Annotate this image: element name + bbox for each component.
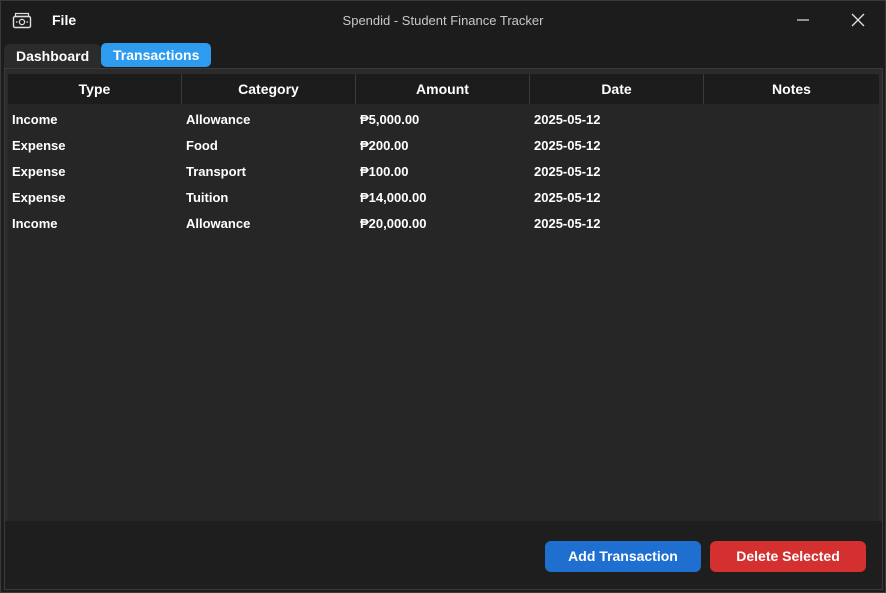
cell-notes bbox=[704, 107, 879, 133]
cell-category: Transport bbox=[186, 164, 246, 179]
title-bar: File Spendid - Student Finance Tracker bbox=[1, 1, 885, 41]
transactions-panel: Type Category Amount Date Notes Income A… bbox=[4, 68, 883, 590]
cell-date: 2025-05-12 bbox=[534, 138, 601, 153]
cell-amount: ₱200.00 bbox=[360, 138, 409, 153]
cell-type: Income bbox=[12, 112, 58, 127]
table-row[interactable]: Income Allowance ₱5,000.00 2025-05-12 bbox=[8, 107, 879, 133]
cell-category: Allowance bbox=[186, 216, 251, 231]
cell-amount: ₱5,000.00 bbox=[360, 112, 420, 127]
table-row[interactable]: Expense Transport ₱100.00 2025-05-12 bbox=[8, 159, 879, 185]
table-row[interactable]: Expense Tuition ₱14,000.00 2025-05-12 bbox=[8, 185, 879, 211]
cell-type: Expense bbox=[12, 190, 66, 205]
cell-type: Expense bbox=[12, 138, 66, 153]
action-bar: Add Transaction Delete Selected bbox=[5, 521, 882, 589]
cell-notes bbox=[704, 159, 879, 185]
tab-dashboard[interactable]: Dashboard bbox=[4, 44, 102, 69]
cell-category: Tuition bbox=[186, 190, 229, 205]
cell-notes bbox=[704, 211, 879, 237]
table-row[interactable]: Income Allowance ₱20,000.00 2025-05-12 bbox=[8, 211, 879, 237]
column-header-date[interactable]: Date bbox=[530, 74, 704, 104]
close-icon[interactable] bbox=[846, 9, 870, 31]
delete-selected-button[interactable]: Delete Selected bbox=[710, 541, 866, 572]
transactions-table: Type Category Amount Date Notes Income A… bbox=[8, 74, 879, 521]
app-window: File Spendid - Student Finance Tracker D… bbox=[0, 0, 886, 593]
add-transaction-button[interactable]: Add Transaction bbox=[545, 541, 701, 572]
table-body: Income Allowance ₱5,000.00 2025-05-12 Ex… bbox=[8, 104, 879, 237]
column-header-amount[interactable]: Amount bbox=[356, 74, 530, 104]
column-header-category[interactable]: Category bbox=[182, 74, 356, 104]
cell-amount: ₱100.00 bbox=[360, 164, 409, 179]
minimize-icon[interactable] bbox=[791, 9, 815, 31]
cell-date: 2025-05-12 bbox=[534, 216, 601, 231]
table-row[interactable]: Expense Food ₱200.00 2025-05-12 bbox=[8, 133, 879, 159]
window-title: Spendid - Student Finance Tracker bbox=[342, 13, 544, 28]
cell-date: 2025-05-12 bbox=[534, 164, 601, 179]
column-header-type[interactable]: Type bbox=[8, 74, 182, 104]
cell-category: Allowance bbox=[186, 112, 251, 127]
cell-amount: ₱20,000.00 bbox=[360, 216, 427, 231]
cell-category: Food bbox=[186, 138, 218, 153]
cell-type: Income bbox=[12, 216, 58, 231]
cell-notes bbox=[704, 133, 879, 159]
table-header: Type Category Amount Date Notes bbox=[8, 74, 879, 104]
cell-type: Expense bbox=[12, 164, 66, 179]
cell-notes bbox=[704, 185, 879, 211]
cell-date: 2025-05-12 bbox=[534, 112, 601, 127]
cell-amount: ₱14,000.00 bbox=[360, 190, 427, 205]
tab-transactions[interactable]: Transactions bbox=[101, 43, 212, 67]
column-header-notes[interactable]: Notes bbox=[704, 74, 879, 104]
cell-date: 2025-05-12 bbox=[534, 190, 601, 205]
